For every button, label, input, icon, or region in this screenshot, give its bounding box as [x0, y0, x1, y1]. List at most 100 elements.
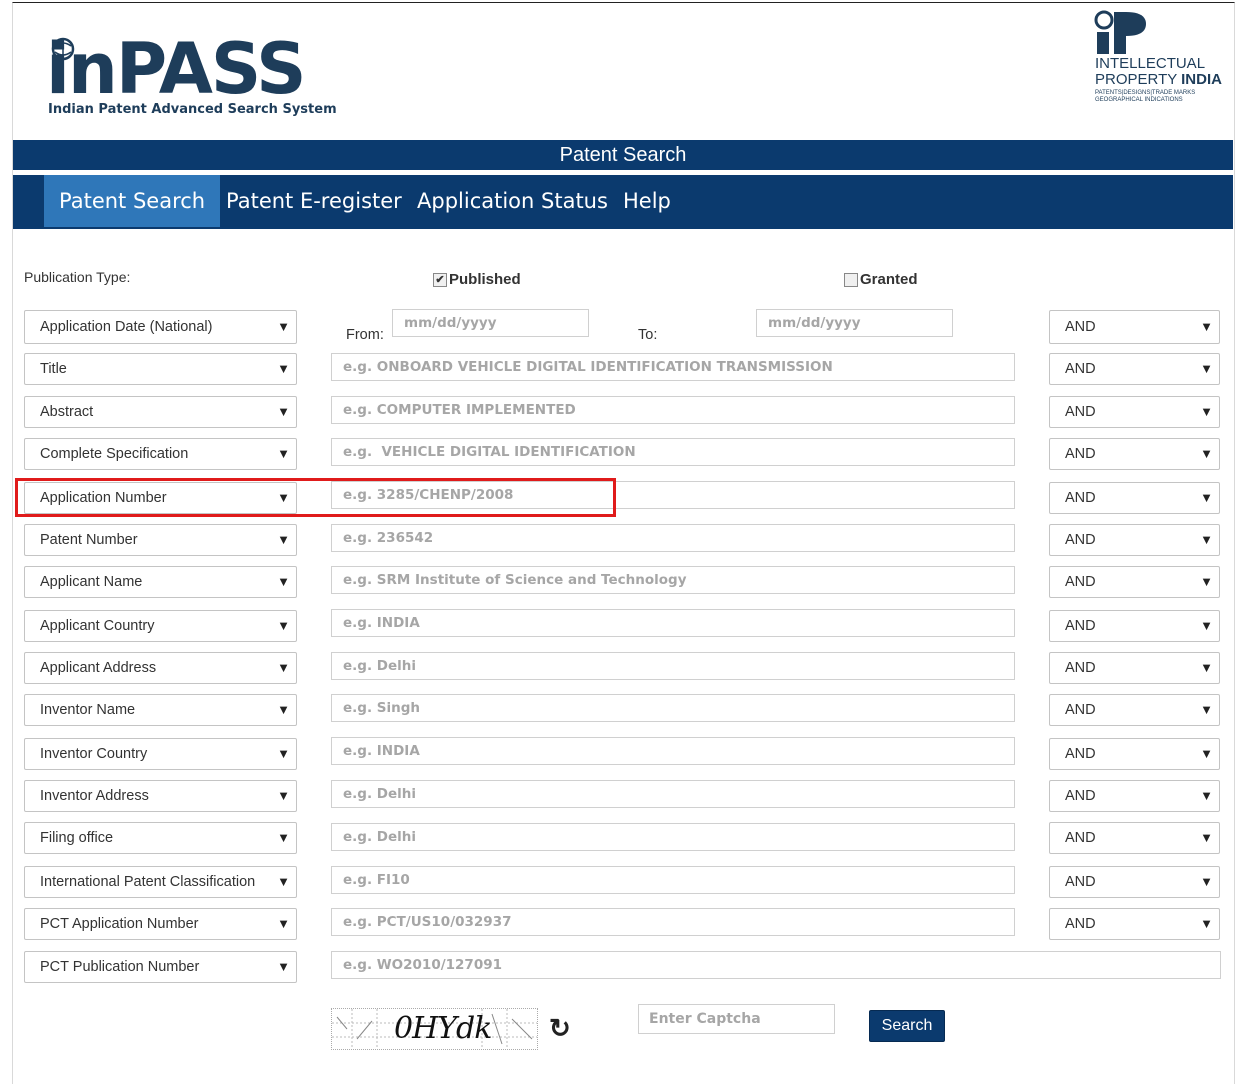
ip-logo-line1: INTELLECTUAL: [1095, 55, 1206, 72]
field-select-patent-number[interactable]: Patent Number ▼: [24, 524, 297, 556]
operator-select-date[interactable]: AND ▼: [1049, 310, 1220, 344]
field-select-inventor-country[interactable]: Inventor Country ▼: [24, 738, 297, 770]
publication-type-label: Publication Type:: [24, 269, 131, 285]
field-select-label: Inventor Name: [40, 702, 136, 718]
field-select-abstract[interactable]: Abstract ▼: [24, 396, 297, 428]
field-select-inventor-name[interactable]: Inventor Name ▼: [24, 694, 297, 726]
inventor-address-input[interactable]: [331, 780, 1015, 808]
search-button[interactable]: Search: [869, 1010, 945, 1042]
operator-select-inventor-address[interactable]: AND ▼: [1049, 780, 1220, 812]
nav-patent-e-register[interactable]: Patent E-register: [226, 175, 402, 227]
dropdown-arrow-icon: ▼: [1200, 788, 1213, 803]
operator-label: AND: [1065, 361, 1096, 377]
applicant-address-input[interactable]: [331, 652, 1015, 680]
field-select-label: Complete Specification: [40, 446, 189, 462]
field-select-label: Application Number: [40, 490, 167, 506]
published-checkbox[interactable]: ✔ Published: [433, 271, 521, 288]
captcha-input[interactable]: [638, 1004, 835, 1034]
field-select-label: PCT Application Number: [40, 916, 199, 932]
published-label: Published: [449, 271, 521, 288]
dropdown-arrow-icon: ▼: [273, 781, 290, 811]
operator-label: AND: [1065, 404, 1096, 420]
application-number-input[interactable]: [331, 481, 1015, 509]
operator-label: AND: [1065, 746, 1096, 762]
dropdown-arrow-icon: ▼: [273, 909, 290, 939]
field-select-application-number[interactable]: Application Number ▼: [24, 482, 297, 514]
dropdown-arrow-icon: ▼: [273, 311, 290, 343]
pct-application-number-input[interactable]: [331, 908, 1015, 936]
operator-select-inventor-country[interactable]: AND ▼: [1049, 738, 1220, 770]
field-select-ipc[interactable]: International Patent Classification ▼: [24, 866, 297, 898]
field-select-date[interactable]: Application Date (National) ▼: [24, 310, 297, 344]
patent-number-input[interactable]: [331, 524, 1015, 552]
granted-checkbox[interactable]: Granted: [844, 271, 918, 288]
ip-logo-line3: PATENTS|DESIGNS|TRADE MARKS: [1095, 90, 1196, 96]
captcha-text: 0HYdk: [394, 1011, 492, 1046]
dropdown-arrow-icon: ▼: [273, 739, 290, 769]
nav-patent-search[interactable]: Patent Search: [44, 175, 221, 227]
operator-label: AND: [1065, 574, 1096, 590]
dropdown-arrow-icon: ▼: [273, 567, 290, 597]
field-select-label: Application Date (National): [40, 319, 213, 335]
captcha-image: 0HYdk: [331, 1008, 538, 1050]
operator-label: AND: [1065, 618, 1096, 634]
operator-select-pct-application-number[interactable]: AND ▼: [1049, 908, 1220, 940]
field-select-title[interactable]: Title ▼: [24, 353, 297, 385]
pct-publication-number-input[interactable]: [331, 951, 1221, 979]
nav-help[interactable]: Help: [623, 175, 671, 227]
dropdown-arrow-icon: ▼: [273, 354, 290, 384]
operator-select-patent-number[interactable]: AND ▼: [1049, 524, 1220, 556]
operator-label: AND: [1065, 874, 1096, 890]
dropdown-arrow-icon: ▼: [1200, 830, 1213, 845]
ip-india-logo: INTELLECTUAL PROPERTY INDIA PATENTS|DESI…: [1094, 10, 1229, 110]
filing-office-input[interactable]: [331, 823, 1015, 851]
from-date-input[interactable]: [392, 309, 589, 337]
dropdown-arrow-icon: ▼: [1200, 446, 1213, 461]
inpass-logo: inPASS Indian Patent Advanced Search Sys…: [46, 28, 337, 124]
to-date-input[interactable]: [756, 309, 953, 337]
field-select-applicant-name[interactable]: Applicant Name ▼: [24, 566, 297, 598]
logo-wordmark: inPASS: [46, 28, 307, 110]
field-select-inventor-address[interactable]: Inventor Address ▼: [24, 780, 297, 812]
operator-select-applicant-name[interactable]: AND ▼: [1049, 566, 1220, 598]
field-select-label: Abstract: [40, 404, 94, 420]
operator-select-inventor-name[interactable]: AND ▼: [1049, 694, 1220, 726]
field-select-filing-office[interactable]: Filing office ▼: [24, 822, 297, 854]
refresh-icon[interactable]: ↻: [549, 1013, 571, 1044]
operator-select-application-number[interactable]: AND ▼: [1049, 482, 1220, 514]
dropdown-arrow-icon: ▼: [1200, 361, 1213, 376]
field-select-label: Inventor Address: [40, 788, 149, 804]
from-label: From:: [346, 327, 384, 343]
field-select-label: Filing office: [40, 830, 114, 846]
ipc-input[interactable]: [331, 866, 1015, 894]
applicant-name-input[interactable]: [331, 566, 1015, 594]
operator-select-applicant-address[interactable]: AND ▼: [1049, 652, 1220, 684]
abstract-input[interactable]: [331, 396, 1015, 424]
dropdown-arrow-icon: ▼: [1200, 404, 1213, 419]
title-input[interactable]: [331, 353, 1015, 381]
field-select-label: Applicant Address: [40, 660, 157, 676]
dropdown-arrow-icon: ▼: [273, 653, 290, 683]
complete-specification-input[interactable]: [331, 438, 1015, 466]
field-select-pct-publication-number[interactable]: PCT Publication Number ▼: [24, 951, 297, 983]
dropdown-arrow-icon: ▼: [273, 867, 290, 897]
operator-select-title[interactable]: AND ▼: [1049, 353, 1220, 385]
operator-select-applicant-country[interactable]: AND ▼: [1049, 610, 1220, 642]
inventor-name-input[interactable]: [331, 694, 1015, 722]
nav-application-status[interactable]: Application Status: [417, 175, 608, 227]
field-select-pct-application-number[interactable]: PCT Application Number ▼: [24, 908, 297, 940]
published-checkbox-box[interactable]: ✔: [433, 272, 447, 287]
dropdown-arrow-icon: ▼: [273, 439, 290, 469]
dropdown-arrow-icon: ▼: [273, 397, 290, 427]
field-select-complete-specification[interactable]: Complete Specification ▼: [24, 438, 297, 470]
operator-label: AND: [1065, 446, 1096, 462]
field-select-applicant-country[interactable]: Applicant Country ▼: [24, 610, 297, 642]
operator-select-abstract[interactable]: AND ▼: [1049, 396, 1220, 428]
operator-select-ipc[interactable]: AND ▼: [1049, 866, 1220, 898]
field-select-applicant-address[interactable]: Applicant Address ▼: [24, 652, 297, 684]
inventor-country-input[interactable]: [331, 737, 1015, 765]
operator-select-complete-specification[interactable]: AND ▼: [1049, 438, 1220, 470]
granted-checkbox-box[interactable]: [844, 272, 858, 287]
operator-select-filing-office[interactable]: AND ▼: [1049, 822, 1220, 854]
applicant-country-input[interactable]: [331, 609, 1015, 637]
